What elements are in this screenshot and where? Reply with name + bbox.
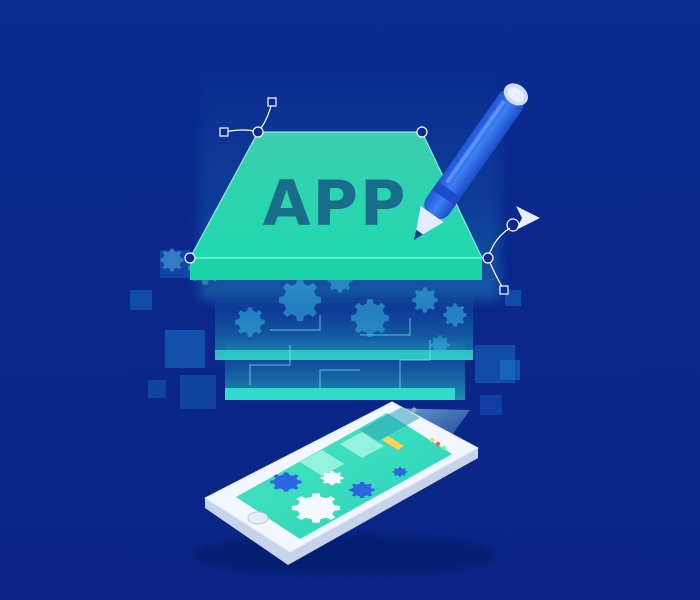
status-dot-green bbox=[441, 445, 447, 451]
gear-icon bbox=[270, 472, 302, 492]
home-button bbox=[247, 511, 269, 525]
app-headline: APP bbox=[263, 167, 408, 240]
app-development-illustration: APP bbox=[0, 0, 700, 600]
gear-icon bbox=[349, 482, 375, 498]
bezier-node-icon bbox=[416, 126, 428, 138]
phone-shadow bbox=[195, 535, 495, 575]
layer-3-edge bbox=[225, 388, 455, 400]
status-dot-red bbox=[435, 441, 441, 447]
gear-icon bbox=[392, 467, 408, 477]
bezier-node-icon bbox=[184, 252, 196, 264]
phone-camera bbox=[411, 407, 417, 413]
status-dot-yellow bbox=[429, 437, 435, 443]
app-panel-edge bbox=[190, 258, 482, 280]
illustration-canvas: APP bbox=[0, 0, 700, 600]
